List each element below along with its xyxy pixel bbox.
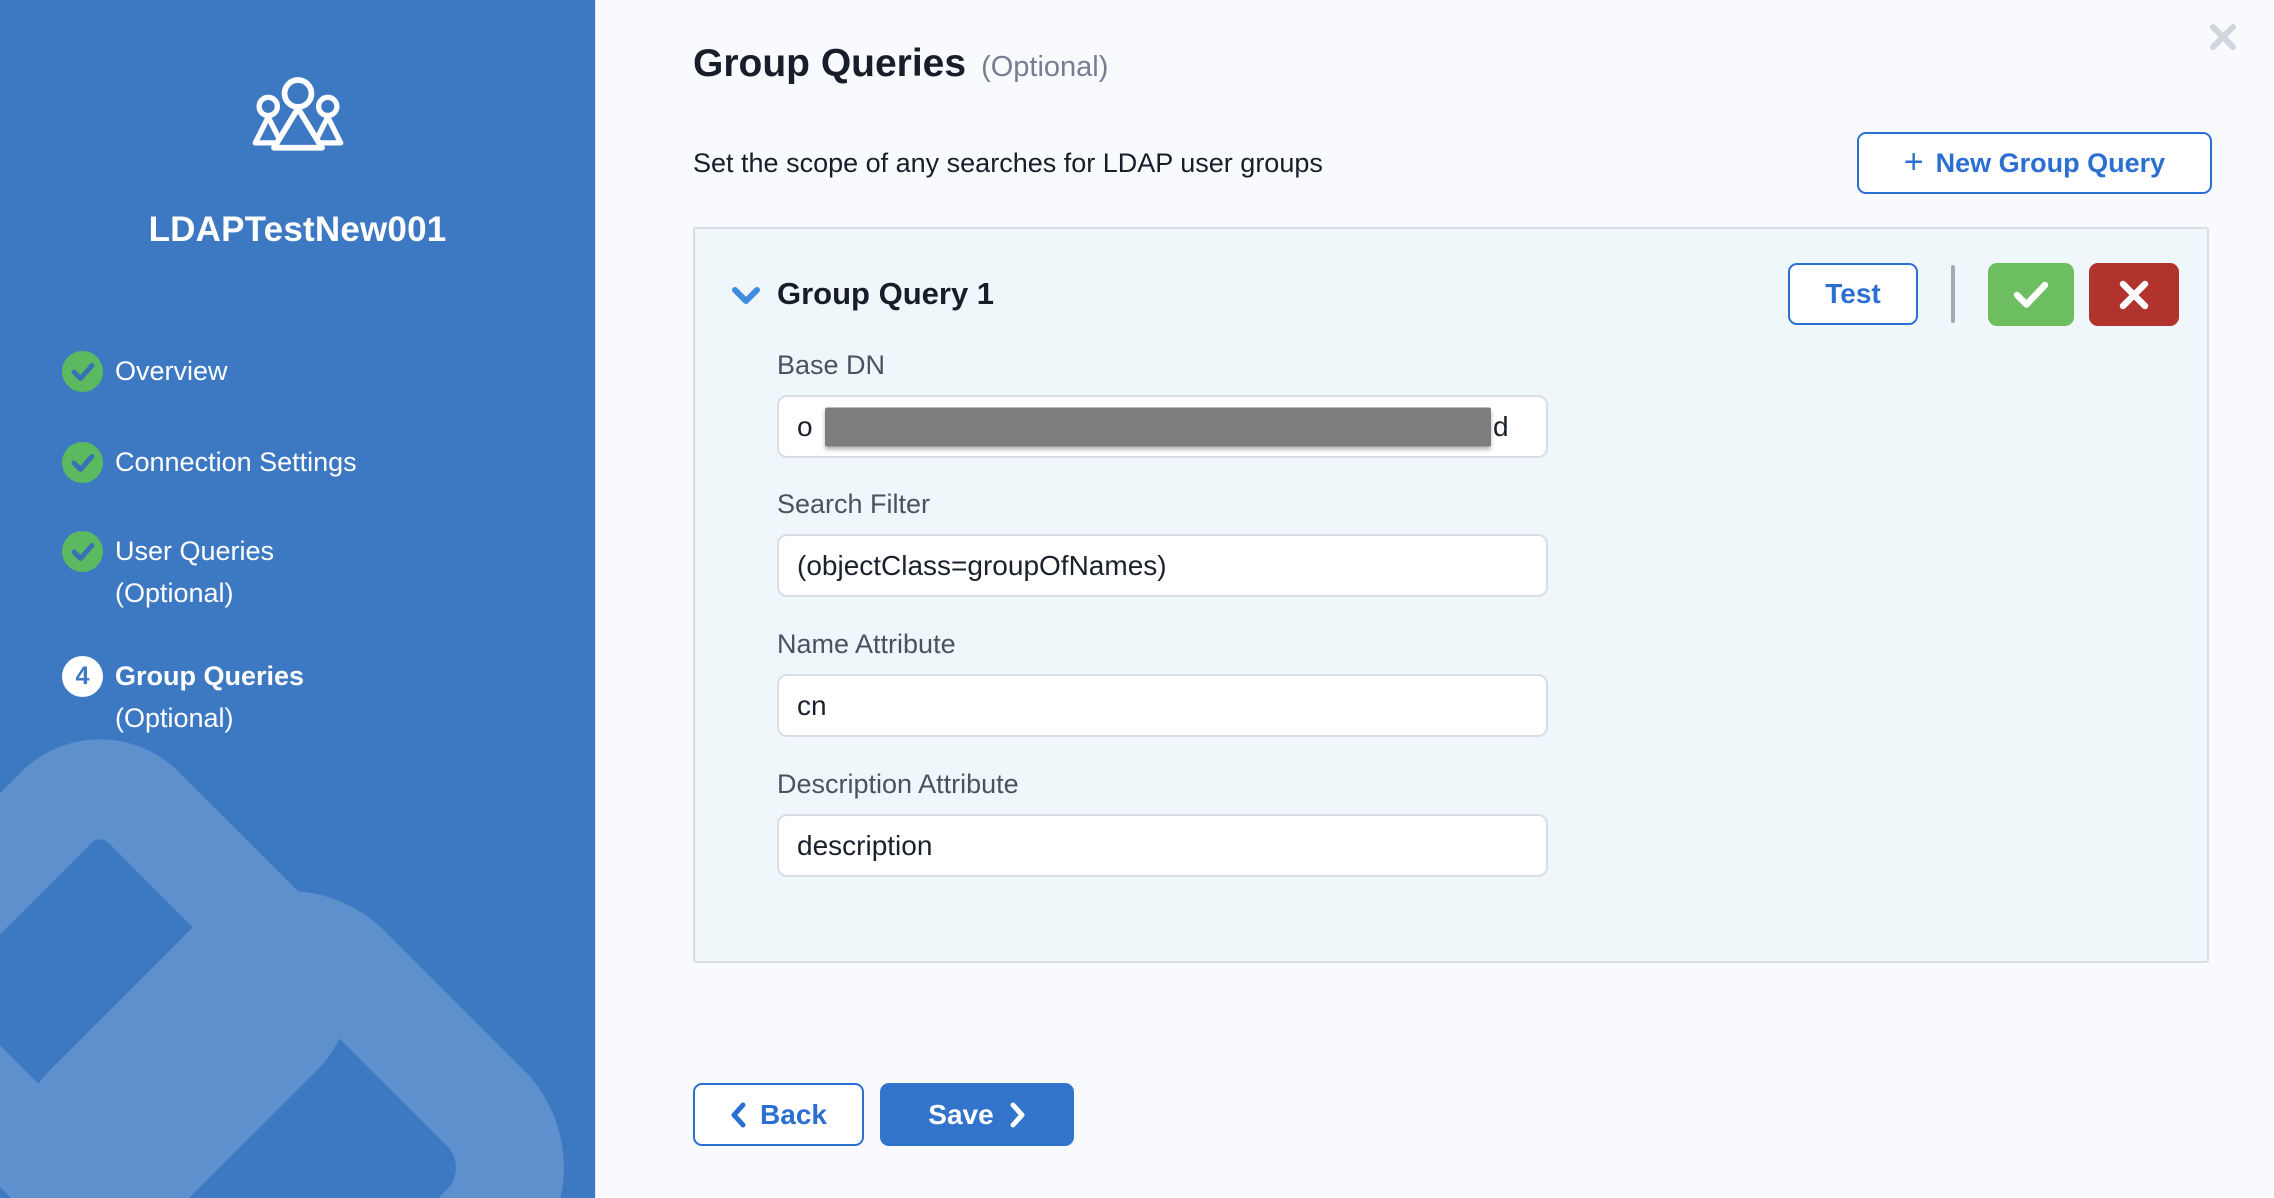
reject-button[interactable] xyxy=(2089,263,2179,326)
plus-icon: + xyxy=(1904,145,1924,179)
step-sublabel: (Optional) xyxy=(115,578,579,609)
step-number-badge: 4 xyxy=(62,656,103,697)
sidebar-step-group-queries[interactable]: 4 Group Queries (Optional) xyxy=(62,656,579,734)
step-complete-check-icon xyxy=(62,351,103,392)
group-query-card: Group Query 1 Test Base DN o d xyxy=(693,227,2209,963)
step-complete-check-icon xyxy=(62,442,103,483)
name-attribute-input[interactable] xyxy=(777,674,1548,737)
save-button-label: Save xyxy=(928,1099,993,1131)
page-title-optional: (Optional) xyxy=(981,51,1108,84)
sidebar-step-connection-settings[interactable]: Connection Settings xyxy=(62,442,579,483)
back-button[interactable]: Back xyxy=(693,1083,864,1146)
step-label: Group Queries xyxy=(115,661,304,692)
back-button-label: Back xyxy=(760,1099,827,1131)
connection-name: LDAPTestNew001 xyxy=(0,210,595,250)
approve-button[interactable] xyxy=(1988,263,2074,326)
people-group-icon xyxy=(250,76,346,158)
step-label: Overview xyxy=(115,356,228,387)
search-filter-input[interactable] xyxy=(777,534,1548,597)
base-dn-input[interactable]: o d xyxy=(777,395,1548,458)
step-label: User Queries xyxy=(115,536,274,567)
test-button-label: Test xyxy=(1825,278,1881,310)
redaction-bar xyxy=(825,407,1491,446)
step-sublabel: (Optional) xyxy=(115,703,579,734)
x-icon xyxy=(2119,280,2149,310)
chevron-down-icon[interactable] xyxy=(731,285,761,307)
ldap-connection-wizard: LDAPTestNew001 Overview Connection Setti… xyxy=(0,0,2274,1198)
close-icon xyxy=(2207,21,2239,53)
step-complete-check-icon xyxy=(62,531,103,572)
sidebar-step-user-queries[interactable]: User Queries (Optional) xyxy=(62,531,579,609)
base-dn-visible-suffix: d xyxy=(1493,411,1509,443)
new-group-query-label: New Group Query xyxy=(1936,148,2166,179)
base-dn-visible-prefix: o xyxy=(797,411,813,443)
check-icon xyxy=(2013,281,2049,309)
chevron-right-icon xyxy=(1010,1102,1026,1128)
base-dn-label: Base DN xyxy=(777,350,885,381)
description-attribute-input[interactable] xyxy=(777,814,1548,877)
test-button[interactable]: Test xyxy=(1788,263,1918,325)
description-attribute-label: Description Attribute xyxy=(777,769,1019,800)
button-divider xyxy=(1951,265,1955,323)
wizard-sidebar: LDAPTestNew001 Overview Connection Setti… xyxy=(0,0,595,1198)
chevron-left-icon xyxy=(730,1102,746,1128)
close-button[interactable] xyxy=(2204,18,2242,56)
name-attribute-label: Name Attribute xyxy=(777,629,956,660)
group-query-title: Group Query 1 xyxy=(777,276,994,312)
step-label: Connection Settings xyxy=(115,447,357,478)
page-title: Group Queries xyxy=(693,42,966,86)
new-group-query-button[interactable]: + New Group Query xyxy=(1857,132,2212,194)
page-subtitle: Set the scope of any searches for LDAP u… xyxy=(693,148,1323,179)
search-filter-label: Search Filter xyxy=(777,489,930,520)
sidebar-step-overview[interactable]: Overview xyxy=(62,351,579,392)
save-button[interactable]: Save xyxy=(880,1083,1074,1146)
